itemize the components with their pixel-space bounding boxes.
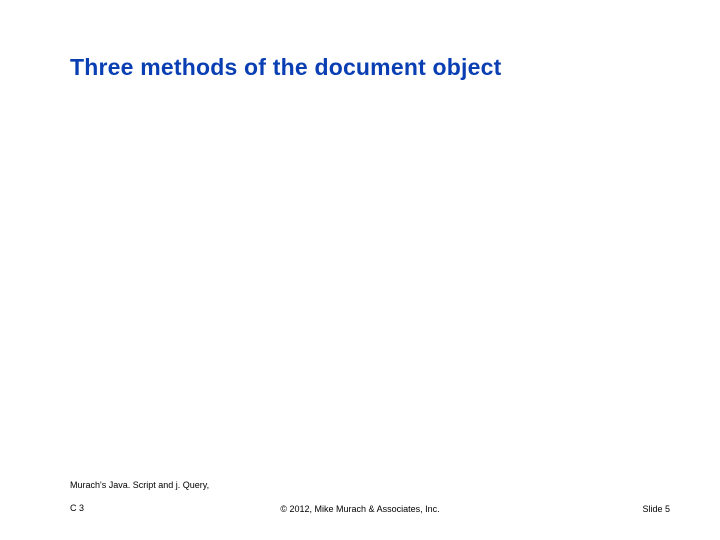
footer-book-title: Murach's Java. Script and j. Query, — [70, 480, 209, 490]
slide: Three methods of the document object Mur… — [0, 0, 720, 540]
footer-copyright: © 2012, Mike Murach & Associates, Inc. — [0, 504, 720, 514]
slide-title: Three methods of the document object — [70, 54, 501, 81]
footer-slide-number: Slide 5 — [642, 504, 670, 514]
